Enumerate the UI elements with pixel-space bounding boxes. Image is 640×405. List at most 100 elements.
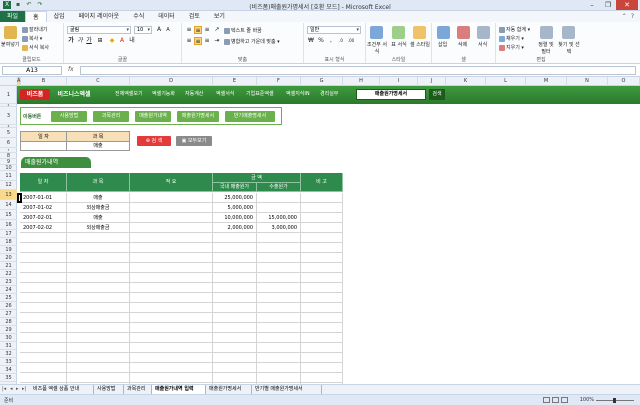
table-cell-domestic[interactable]: 2,000,000 [213, 223, 257, 233]
tab-review[interactable]: 검토 [182, 11, 207, 22]
table-cell-summary[interactable] [130, 253, 213, 263]
table-cell-export[interactable] [257, 273, 301, 283]
table-cell-date[interactable]: 2007-01-02 [20, 203, 67, 213]
table-cell-subject[interactable] [67, 303, 130, 313]
table-cell-date[interactable] [20, 233, 67, 243]
table-cell-export[interactable] [257, 243, 301, 253]
table-cell-domestic[interactable] [213, 373, 257, 383]
sheet-tab[interactable]: 반기별 매출원가명세서 [252, 385, 322, 394]
column-header-o[interactable]: O [608, 77, 640, 86]
sheet-area[interactable]: 비즈폼 비즈니스엑셀 전체엑셀보기 엑셀기능화 자동계산 엑셀서식 기업표준엑셀… [17, 86, 640, 384]
table-cell-date[interactable]: 2007-01-01 [20, 193, 67, 203]
close-button[interactable]: ✕ [616, 0, 638, 10]
conditional-format-icon[interactable] [370, 26, 383, 39]
column-header-n[interactable]: N [567, 77, 608, 86]
cell-style-icon[interactable] [413, 26, 426, 39]
minimize-button[interactable]: – [584, 0, 600, 10]
table-cell-date[interactable] [20, 253, 67, 263]
row-header-30[interactable]: 30 [0, 334, 17, 342]
row-header-14[interactable]: 14 [0, 200, 17, 210]
table-cell-summary[interactable] [130, 293, 213, 303]
table-cell-summary[interactable] [130, 373, 213, 383]
tab-page-layout[interactable]: 페이지 레이아웃 [72, 11, 127, 22]
percent-button[interactable]: % [317, 37, 325, 45]
grow-font-button[interactable]: A [155, 26, 163, 34]
nav-search-button[interactable]: 검색 [429, 89, 445, 100]
format-cells-icon[interactable] [477, 26, 490, 39]
table-cell-export[interactable]: 15,000,000 [257, 213, 301, 223]
table-cell-domestic[interactable]: 5,000,000 [213, 203, 257, 213]
table-cell-note[interactable] [301, 253, 343, 263]
nav-item-standard-excel[interactable]: 기업표준엑셀 [246, 90, 274, 97]
row-header-18[interactable]: 18 [0, 238, 17, 246]
font-color-button[interactable]: A [118, 37, 126, 45]
find-select-button[interactable]: 찾기 및 선택 [558, 41, 580, 55]
name-box[interactable]: A13 [2, 66, 62, 75]
table-cell-export[interactable] [257, 303, 301, 313]
row-header-23[interactable]: 23 [0, 278, 17, 286]
align-bottom-button[interactable]: ≡ [203, 26, 211, 34]
row-header-24[interactable]: 24 [0, 286, 17, 294]
table-cell-domestic[interactable] [213, 323, 257, 333]
row-header-19[interactable]: 19 [0, 246, 17, 254]
table-cell-export[interactable] [257, 283, 301, 293]
phonetic-button[interactable]: 내 [128, 37, 136, 45]
table-cell-date[interactable] [20, 303, 67, 313]
table-cell-date[interactable] [20, 263, 67, 273]
subject-manage-button[interactable]: 과목관리 [93, 111, 129, 122]
table-cell-export[interactable] [257, 363, 301, 373]
find-select-icon[interactable] [562, 26, 575, 39]
font-size-select[interactable]: 10 [134, 26, 152, 34]
row-header-16[interactable]: 16 [0, 220, 17, 230]
decrease-decimal-button[interactable]: .00 [347, 37, 355, 45]
table-cell-export[interactable] [257, 343, 301, 353]
sheet-tab[interactable]: 과목관리 [124, 385, 152, 394]
business-excel-logo[interactable]: 비즈니스엑셀 [53, 88, 95, 101]
table-cell-domestic[interactable] [213, 293, 257, 303]
row-header-3[interactable]: 3 [0, 107, 17, 125]
table-cell-domestic[interactable] [213, 363, 257, 373]
table-cell-export[interactable] [257, 323, 301, 333]
table-cell-domestic[interactable] [213, 343, 257, 353]
table-cell-subject[interactable] [67, 363, 130, 373]
column-header-g[interactable]: G [301, 77, 343, 86]
table-cell-export[interactable]: 3,000,000 [257, 223, 301, 233]
sort-filter-icon[interactable] [540, 26, 553, 39]
zoom-slider-knob[interactable] [613, 398, 616, 403]
table-cell-export[interactable] [257, 373, 301, 383]
table-cell-subject[interactable] [67, 293, 130, 303]
row-header-25[interactable]: 25 [0, 294, 17, 302]
table-cell-subject[interactable]: 매출 [67, 193, 130, 203]
search-button[interactable]: ⊕ 검 색 [137, 136, 171, 146]
align-center-button[interactable]: ≡ [194, 37, 202, 45]
row-header-26[interactable]: 26 [0, 302, 17, 310]
table-cell-export[interactable] [257, 333, 301, 343]
cut-button[interactable]: 잘라내기 [22, 26, 47, 33]
table-cell-domestic[interactable] [213, 253, 257, 263]
column-header-k[interactable]: K [446, 77, 486, 86]
column-header-h[interactable]: H [343, 77, 380, 86]
shrink-font-button[interactable]: A [164, 26, 172, 34]
table-cell-summary[interactable] [130, 233, 213, 243]
table-cell-subject[interactable] [67, 243, 130, 253]
table-cell-date[interactable] [20, 283, 67, 293]
table-cell-subject[interactable] [67, 333, 130, 343]
table-format-button[interactable]: 표 서식 [389, 41, 409, 48]
table-cell-date[interactable]: 2007-02-02 [20, 223, 67, 233]
column-header-d[interactable]: D [130, 77, 213, 86]
fill-button[interactable]: 채우기 ▾ [499, 35, 524, 42]
table-cell-summary[interactable] [130, 333, 213, 343]
nav-item-excel-features[interactable]: 엑셀기능화 [152, 90, 175, 97]
column-header-b[interactable]: B [21, 77, 67, 86]
sheet-tab[interactable]: 사용방법 [94, 385, 124, 394]
nav-item-accounting[interactable]: 경리실무 [320, 90, 338, 97]
table-cell-date[interactable] [20, 343, 67, 353]
table-cell-date[interactable] [20, 323, 67, 333]
table-cell-date[interactable] [20, 273, 67, 283]
merge-center-button[interactable]: 병합하고 가운데 맞춤 ▾ [224, 38, 280, 45]
table-cell-export[interactable] [257, 293, 301, 303]
table-cell-date[interactable] [20, 333, 67, 343]
underline-button[interactable]: 가 [85, 37, 93, 45]
table-cell-summary[interactable] [130, 223, 213, 233]
table-cell-note[interactable] [301, 333, 343, 343]
